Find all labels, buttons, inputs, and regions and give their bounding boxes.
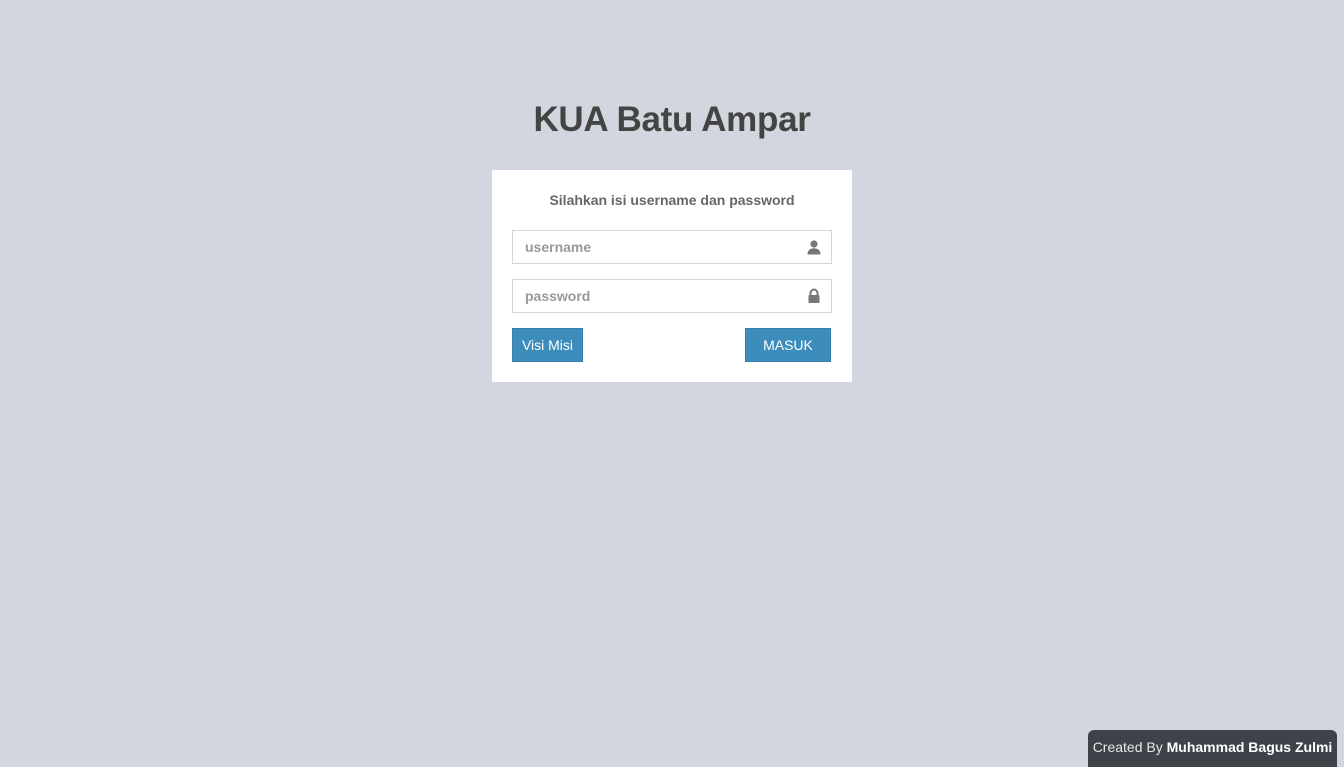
credit-author: Muhammad Bagus Zulmi [1166,739,1333,755]
masuk-button[interactable]: MASUK [745,328,831,362]
form-actions: Visi Misi MASUK [512,328,832,362]
login-page: KUA Batu Ampar Silahkan isi username dan… [0,0,1344,767]
username-group [512,230,832,264]
lock-icon [806,288,822,304]
credit-badge: Created By Muhammad Bagus Zulmi [1088,730,1337,767]
login-message: Silahkan isi username dan password [549,192,795,208]
visi-misi-button[interactable]: Visi Misi [512,328,583,362]
user-icon [806,239,822,255]
credit-prefix: Created By [1092,739,1167,755]
page-title: KUA Batu Ampar [533,100,811,139]
password-group [512,279,832,313]
username-input[interactable] [512,230,832,264]
login-box: Silahkan isi username dan password usern… [492,170,852,382]
password-input[interactable] [512,279,832,313]
login-form: Visi Misi MASUK [512,230,832,362]
